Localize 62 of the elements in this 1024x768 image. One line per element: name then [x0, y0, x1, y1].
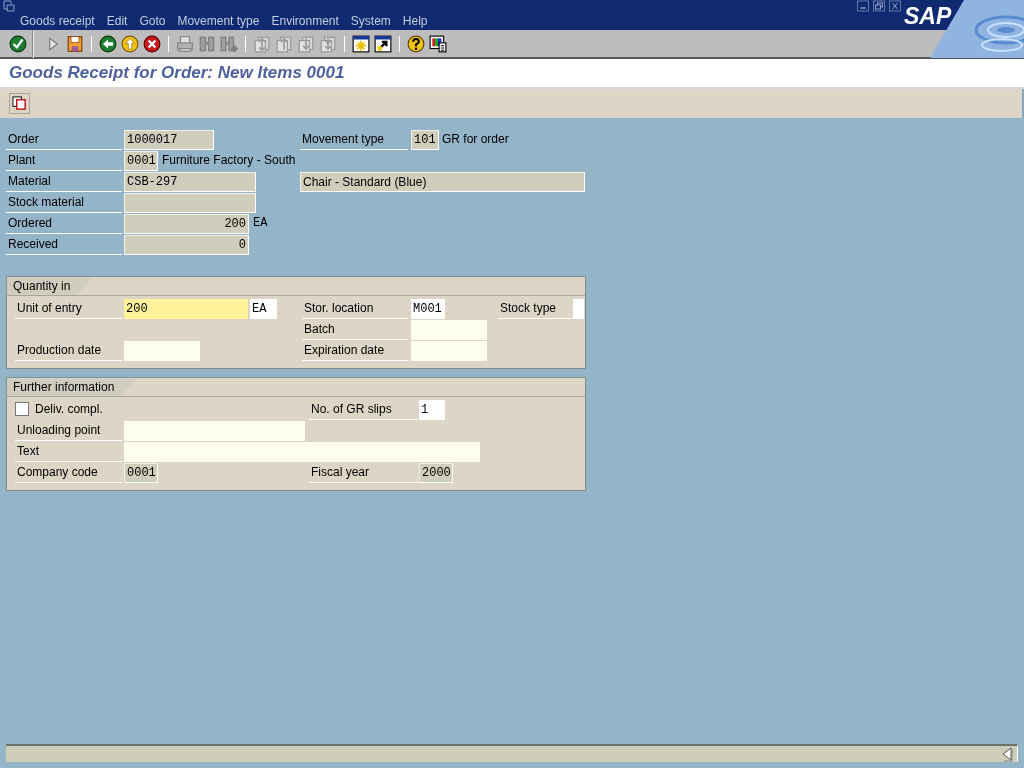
field-text: Furniture Factory - South	[162, 152, 296, 169]
input-field[interactable]: EA	[250, 299, 277, 319]
field-label: Ordered	[6, 214, 122, 234]
menu-item[interactable]: Movement type	[177, 13, 260, 29]
checkbox[interactable]	[15, 402, 29, 416]
field-label: Stock type	[498, 299, 572, 319]
shortcut-icon[interactable]	[372, 32, 394, 55]
triangle-icon[interactable]	[1001, 746, 1013, 762]
display-field: 0	[124, 235, 249, 255]
field-label: Order	[6, 130, 122, 150]
input-field[interactable]: M001	[411, 299, 445, 319]
menu-item[interactable]: Goto	[139, 13, 166, 29]
input-field[interactable]	[411, 320, 487, 340]
field-label: Unit of entry	[15, 299, 122, 319]
close-icon[interactable]	[888, 0, 902, 12]
system-menu-icon[interactable]	[2, 0, 16, 12]
field-label: Stor. location	[302, 299, 408, 319]
display-field: CSB-297	[124, 172, 256, 192]
field-label: Production date	[15, 341, 122, 361]
field-label: Unloading point	[15, 421, 122, 441]
field-label: Received	[6, 235, 122, 255]
logo-text: SAP	[904, 3, 952, 29]
input-field[interactable]	[124, 442, 480, 462]
input-field[interactable]	[573, 299, 584, 319]
minimize-icon[interactable]	[856, 0, 870, 12]
field-label: Expiration date	[302, 341, 408, 361]
field-text: EA	[253, 215, 268, 232]
menu-item[interactable]: Environment	[271, 13, 339, 29]
menu-item[interactable]: Edit	[106, 13, 128, 29]
display-field: 2000	[419, 463, 453, 483]
input-field[interactable]	[124, 421, 305, 441]
input-field[interactable]: 1	[419, 400, 445, 420]
field-label: No. of GR slips	[309, 400, 418, 420]
display-field: 0001	[124, 151, 158, 171]
group-title: Quantity in	[7, 278, 93, 295]
field-label: Stock material	[6, 193, 122, 213]
field-label: Company code	[15, 463, 122, 483]
field-label: Fiscal year	[309, 463, 418, 483]
input-field[interactable]	[124, 341, 200, 361]
input-field[interactable]: 200	[124, 299, 248, 319]
menu-item[interactable]: Help	[402, 13, 428, 29]
checkbox-label: Deliv. compl.	[35, 401, 104, 418]
new-window-icon[interactable]	[350, 32, 372, 55]
field-label: Plant	[6, 151, 122, 171]
field-label: Movement type	[300, 130, 408, 150]
display-field: 0001	[124, 463, 158, 483]
monitor-icon[interactable]	[427, 32, 449, 55]
menu-item[interactable]: System	[350, 13, 391, 29]
field-text: GR for order	[442, 131, 509, 148]
copy-icon[interactable]	[9, 93, 30, 114]
display-field: 101	[411, 130, 439, 150]
field-label: Batch	[302, 320, 408, 340]
screen-title: Goods Receipt for Order: New Items 0001	[9, 62, 345, 85]
display-field: Chair - Standard (Blue)	[300, 172, 585, 192]
display-field: 200	[124, 214, 249, 234]
field-label: Material	[6, 172, 122, 192]
menu-item[interactable]: Goods receipt	[20, 13, 95, 29]
group-title: Further information	[7, 379, 137, 396]
restore-icon[interactable]	[872, 0, 886, 12]
field-label: Text	[15, 442, 122, 462]
display-field: 1000017	[124, 130, 214, 150]
input-field[interactable]	[411, 341, 487, 361]
